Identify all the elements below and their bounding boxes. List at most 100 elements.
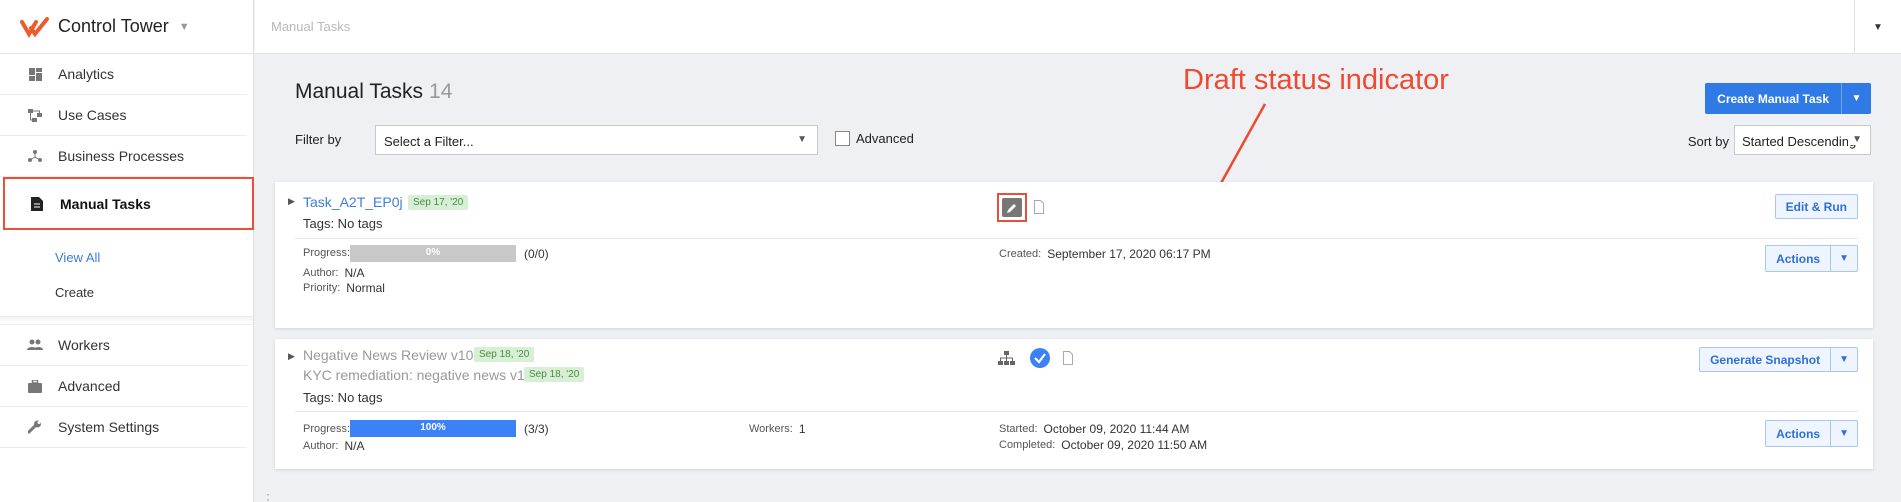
analytics-icon xyxy=(27,66,43,82)
edit-draft-icon xyxy=(1002,198,1022,217)
filter-label: Filter by xyxy=(295,132,342,147)
created-key: Created: xyxy=(999,248,1042,260)
top-bar: Manual Tasks ▼ xyxy=(255,0,1901,54)
sidebar: Control Tower ▼ Analytics Use Cases Busi… xyxy=(0,0,275,502)
sort-label: Sort by xyxy=(1687,134,1729,149)
logo-icon xyxy=(20,16,49,38)
task-card: ▶ Negative News Review v10.8.22 Sep 18, … xyxy=(275,339,1873,469)
sidebar-item-label: Use Cases xyxy=(58,107,127,123)
app-switcher[interactable]: Control Tower ▼ xyxy=(0,0,253,54)
progress-key: Progress: xyxy=(303,247,351,259)
progress-label: Progress: xyxy=(303,423,356,435)
progress-bar: 0% xyxy=(350,245,516,262)
generate-snapshot-label: Generate Snapshot xyxy=(1710,352,1821,367)
progress-key: Progress: xyxy=(303,423,351,435)
task-count: 14 xyxy=(429,80,453,103)
task-tags: Tags: No tags xyxy=(303,390,383,405)
breadcrumb: Manual Tasks xyxy=(271,19,351,34)
completed-value: October 09, 2020 11:50 AM xyxy=(1061,438,1208,452)
author-key: Author: xyxy=(303,267,339,279)
user-menu-toggle[interactable]: ▼ xyxy=(1854,0,1901,54)
started-value: October 09, 2020 11:44 AM xyxy=(1043,422,1190,436)
sort-select[interactable]: Started Descending ▼ xyxy=(1734,125,1871,155)
annotation-label: Draft status indicator xyxy=(1183,64,1449,96)
briefcase-icon xyxy=(27,378,43,394)
sidebar-item-use-cases[interactable]: Use Cases xyxy=(0,95,247,136)
sidebar-item-label: Analytics xyxy=(58,66,115,82)
advanced-checkbox[interactable]: Advanced xyxy=(835,131,914,146)
use-cases-icon xyxy=(27,107,43,123)
divider xyxy=(295,238,1858,239)
sidebar-nav: Analytics Use Cases Business Processes M… xyxy=(0,54,254,230)
filter-select[interactable]: Select a Filter... ▼ xyxy=(375,125,818,155)
sidebar-nav-secondary: Workers Advanced System Settings xyxy=(0,325,253,448)
actions-label: Actions xyxy=(1776,426,1821,441)
workers-icon xyxy=(27,337,43,353)
page-title: Manual Tasks 14 xyxy=(295,80,452,104)
task-tags: Tags: No tags xyxy=(303,216,383,231)
workers-value: 1 xyxy=(798,422,806,436)
create-manual-task-button[interactable]: Create Manual Task xyxy=(1705,83,1841,114)
started-row: Started: October 09, 2020 11:44 AM xyxy=(999,422,1189,436)
create-manual-task-button-group: Create Manual Task ▼ xyxy=(1705,83,1871,114)
edit-and-run-button[interactable]: Edit & Run xyxy=(1774,194,1858,219)
hierarchy-icon xyxy=(997,350,1015,366)
app-title: Control Tower xyxy=(58,16,169,36)
priority-row: Priority: Normal xyxy=(303,281,385,295)
author-value: N/A xyxy=(344,266,365,280)
advanced-label: Advanced xyxy=(856,131,914,146)
priority-key: Priority: xyxy=(303,282,341,294)
progress-label: Progress: xyxy=(303,247,356,259)
task-name-link[interactable]: Task_A2T_EP0j xyxy=(303,194,403,210)
progress-percent: 0% xyxy=(425,247,441,258)
progress-count: (3/3) xyxy=(524,422,549,436)
sidebar-item-analytics[interactable]: Analytics xyxy=(0,54,247,95)
sidebar-item-system-settings[interactable]: System Settings xyxy=(0,407,247,448)
chevron-down-icon: ▼ xyxy=(1830,421,1857,446)
date-badge: Sep 18, '20 xyxy=(524,367,585,382)
actions-label: Actions xyxy=(1776,251,1821,266)
chevron-down-icon: ▼ xyxy=(1830,246,1857,271)
chevron-down-icon: ▼ xyxy=(178,20,190,33)
subnav-view-all[interactable]: View All xyxy=(0,240,253,275)
author-row: Author: N/A xyxy=(303,266,364,280)
chevron-down-icon[interactable]: ▼ xyxy=(1830,348,1857,371)
page-title-text: Manual Tasks xyxy=(295,80,424,103)
created-row: Created: September 17, 2020 06:17 PM xyxy=(999,247,1211,261)
date-badge: Sep 18, '20 xyxy=(474,347,535,362)
wrench-icon xyxy=(27,419,43,435)
progress-percent: 100% xyxy=(420,422,446,433)
manual-tasks-subnav: View All Create xyxy=(0,230,253,317)
sidebar-item-label: System Settings xyxy=(58,419,160,435)
author-row: Author: N/A xyxy=(303,439,364,453)
sidebar-item-business-processes[interactable]: Business Processes xyxy=(0,136,247,177)
subnav-create[interactable]: Create xyxy=(0,275,253,310)
author-value: N/A xyxy=(344,439,365,453)
workers-key: Workers: xyxy=(749,423,793,435)
document-outline-icon xyxy=(1062,350,1074,366)
sidebar-item-label: Advanced xyxy=(58,378,121,394)
document-icon xyxy=(29,196,45,212)
chevron-down-icon: ▼ xyxy=(797,134,807,145)
sidebar-item-workers[interactable]: Workers xyxy=(0,325,247,366)
sidebar-item-label: Manual Tasks xyxy=(60,195,151,212)
author-key: Author: xyxy=(303,440,339,452)
date-badge: Sep 17, '20 xyxy=(408,195,469,210)
chevron-down-icon: ▼ xyxy=(1851,93,1862,104)
started-key: Started: xyxy=(999,423,1038,435)
chevron-down-icon: ▼ xyxy=(1848,134,1862,145)
completed-row: Completed: October 09, 2020 11:50 AM xyxy=(999,438,1207,452)
actions-button[interactable]: Actions ▼ xyxy=(1765,420,1858,447)
expand-caret-icon[interactable]: ▶ xyxy=(288,196,295,207)
sidebar-item-manual-tasks[interactable]: Manual Tasks xyxy=(3,177,254,230)
main-content: Manual Tasks 14 Filter by Select a Filter… xyxy=(255,54,1901,502)
workers-row: Workers: 1 xyxy=(749,422,806,436)
create-options-dropdown[interactable]: ▼ xyxy=(1841,83,1871,114)
sidebar-item-advanced[interactable]: Advanced xyxy=(0,366,247,407)
divider xyxy=(0,317,253,325)
actions-button[interactable]: Actions ▼ xyxy=(1765,245,1858,272)
generate-snapshot-button[interactable]: Generate Snapshot ▼ xyxy=(1699,347,1858,372)
checkbox-box[interactable] xyxy=(835,131,850,146)
sort-select-value: Started Descending xyxy=(1742,134,1857,149)
expand-caret-icon[interactable]: ▶ xyxy=(288,351,295,362)
